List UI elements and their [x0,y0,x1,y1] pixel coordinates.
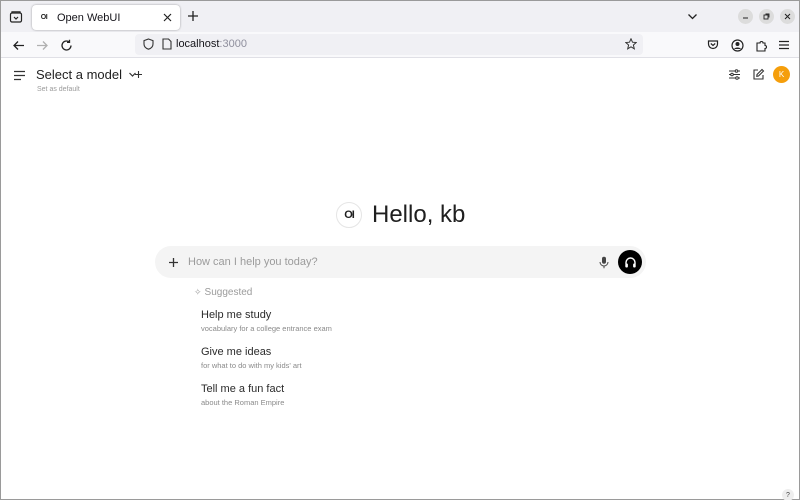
sparkle-icon: ✧ [194,287,202,297]
account-icon[interactable] [729,37,745,53]
back-arrow-icon[interactable] [10,37,26,53]
favicon-icon: OI [40,14,48,21]
chat-input-container [155,246,646,278]
hamburger-menu-icon[interactable] [776,37,792,53]
plus-icon[interactable] [166,255,180,269]
url-text[interactable]: localhost:3000 [176,38,247,50]
sliders-icon[interactable] [727,67,742,82]
maximize-icon[interactable] [759,9,774,24]
page-icon[interactable] [160,37,174,51]
set-as-default-link[interactable]: Set as default [37,86,80,93]
model-selector[interactable]: Select a model [36,67,138,82]
model-selector-label: Select a model [36,67,122,82]
chat-input[interactable] [188,251,588,273]
close-icon[interactable] [780,9,795,24]
pencil-icon[interactable] [751,67,766,82]
greeting: OI Hello, kb [336,201,465,229]
open-webui-logo: OI [336,202,362,228]
suggestion-title: Give me ideas [201,346,272,358]
forward-arrow-icon[interactable] [34,37,50,53]
suggested-label: Suggested [204,287,253,298]
star-icon[interactable] [624,37,638,51]
chevron-down-icon[interactable] [685,9,699,23]
suggestion-title: Help me study [201,309,272,321]
microphone-icon[interactable] [597,255,611,269]
browser-tab-bar: OI Open WebUI [1,1,799,32]
suggestion-subtitle: for what to do with my kids' art [201,361,302,370]
new-tab-button[interactable] [185,8,201,24]
suggestion-subtitle: vocabulary for a college entrance exam [201,324,332,333]
browser-tab[interactable]: OI Open WebUI [32,5,180,30]
tab-list-icon[interactable] [7,8,25,26]
shield-icon[interactable] [141,37,155,51]
suggestion-item[interactable]: Help me study vocabulary for a college e… [201,309,332,333]
reload-icon[interactable] [58,37,74,53]
greeting-text: Hello, kb [372,201,466,228]
browser-nav-bar: localhost:3000 [1,32,799,58]
help-button[interactable]: ? [782,489,794,500]
add-model-button[interactable] [132,68,144,80]
avatar[interactable]: K [773,66,790,83]
pocket-icon[interactable] [705,37,721,53]
url-port: :3000 [219,38,247,50]
minimize-icon[interactable] [738,9,753,24]
hamburger-menu-icon[interactable] [11,67,27,83]
url-bar[interactable]: localhost:3000 [135,34,643,55]
headphones-icon[interactable] [618,250,642,274]
close-icon[interactable] [160,11,174,25]
plus-icon [188,11,198,21]
suggestion-subtitle: about the Roman Empire [201,398,285,407]
suggested-header: ✧ Suggested [194,287,252,298]
app-main: Select a model Set as default K OI Hello… [1,59,799,500]
tab-title: Open WebUI [57,11,121,24]
suggestion-item[interactable]: Give me ideas for what to do with my kid… [201,346,302,370]
url-host: localhost [176,38,220,50]
suggestion-item[interactable]: Tell me a fun fact about the Roman Empir… [201,383,284,407]
plus-icon [134,70,142,78]
extensions-icon[interactable] [753,37,769,53]
suggestion-title: Tell me a fun fact [201,383,285,395]
